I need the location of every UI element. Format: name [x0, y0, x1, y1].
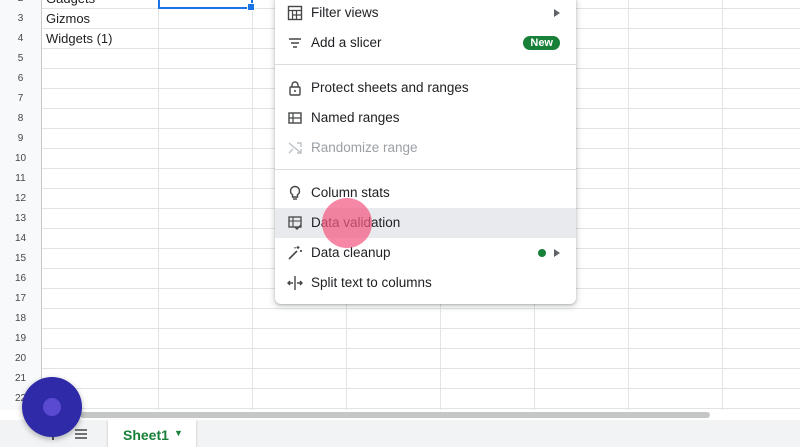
horizontal-scrollbar[interactable] — [42, 410, 800, 420]
shuffle-icon — [287, 140, 303, 156]
row-header[interactable]: 7 — [0, 89, 42, 109]
row-header[interactable]: 3 — [0, 9, 42, 29]
lock-icon — [287, 80, 303, 96]
menu-item-label: Filter views — [311, 5, 379, 20]
menu-item-named-ranges[interactable]: Named ranges — [275, 103, 576, 133]
row-header[interactable]: 20 — [0, 349, 42, 369]
click-indicator — [322, 198, 372, 248]
menu-item-label: Protect sheets and ranges — [311, 80, 469, 95]
named-ranges-icon — [287, 110, 303, 126]
row-header[interactable]: 9 — [0, 129, 42, 149]
menu-item-filter-views[interactable]: Filter views — [275, 0, 576, 28]
row-header[interactable]: 12 — [0, 189, 42, 209]
sheet-tab-label: Sheet1 — [123, 427, 169, 443]
row-header[interactable]: 19 — [0, 329, 42, 349]
row-header[interactable]: 6 — [0, 69, 42, 89]
cell-a[interactable]: Gizmos — [46, 9, 90, 29]
row-header[interactable]: 2 — [0, 0, 42, 9]
grid-row[interactable]: 18 — [0, 309, 800, 329]
split-columns-icon — [287, 275, 303, 291]
lightbulb-icon — [287, 185, 303, 201]
slicer-icon — [287, 35, 303, 51]
record-icon — [43, 398, 61, 416]
row-header[interactable]: 4 — [0, 29, 42, 49]
magic-wand-icon — [287, 245, 303, 261]
row-header[interactable]: 11 — [0, 169, 42, 189]
menu-item-split-text[interactable]: Split text to columns — [275, 268, 576, 298]
row-header[interactable]: 5 — [0, 49, 42, 69]
menu-item-data-cleanup[interactable]: Data cleanup — [275, 238, 576, 268]
list-icon[interactable] — [73, 426, 89, 442]
selected-cell[interactable] — [158, 0, 255, 11]
row-header[interactable]: 17 — [0, 289, 42, 309]
fill-handle[interactable] — [247, 3, 255, 11]
chevron-down-icon[interactable]: ▼ — [174, 428, 183, 438]
new-feature-dot — [538, 249, 546, 257]
data-menu: Filter views Add a slicer New Protect sh… — [275, 0, 576, 304]
data-validation-icon — [287, 215, 303, 231]
row-header[interactable]: 16 — [0, 269, 42, 289]
row-header[interactable]: 14 — [0, 229, 42, 249]
menu-item-label: Add a slicer — [311, 35, 382, 50]
grid-row[interactable]: 19 — [0, 329, 800, 349]
floating-action-button[interactable] — [22, 377, 82, 437]
menu-item-data-validation[interactable]: Data validation — [275, 208, 576, 238]
menu-divider — [275, 169, 576, 170]
row-header[interactable]: 15 — [0, 249, 42, 269]
menu-item-randomize-range: Randomize range — [275, 133, 576, 163]
chevron-right-icon — [554, 9, 560, 17]
grid-row[interactable]: 22 — [0, 389, 800, 409]
menu-item-label: Randomize range — [311, 140, 418, 155]
grid-row[interactable]: 20 — [0, 349, 800, 369]
row-header[interactable]: 18 — [0, 309, 42, 329]
grid-row[interactable]: 21 — [0, 369, 800, 389]
menu-item-add-slicer[interactable]: Add a slicer New — [275, 28, 576, 58]
sheet-bar: Sheet1 ▼ — [0, 420, 800, 447]
sheet-tab[interactable]: Sheet1 ▼ — [108, 420, 196, 447]
cell-a[interactable]: Widgets (1) — [46, 29, 112, 49]
menu-divider — [275, 64, 576, 65]
menu-item-label: Named ranges — [311, 110, 400, 125]
menu-item-protect-sheets[interactable]: Protect sheets and ranges — [275, 73, 576, 103]
scrollbar-thumb[interactable] — [80, 412, 710, 418]
row-header[interactable]: 8 — [0, 109, 42, 129]
row-header[interactable]: 10 — [0, 149, 42, 169]
row-header[interactable]: 13 — [0, 209, 42, 229]
menu-item-label: Split text to columns — [311, 275, 432, 290]
new-badge: New — [523, 36, 560, 50]
menu-item-column-stats[interactable]: Column stats — [275, 178, 576, 208]
cell-a[interactable]: Gadgets — [46, 0, 95, 9]
filter-views-icon — [287, 5, 303, 21]
chevron-right-icon — [554, 249, 560, 257]
